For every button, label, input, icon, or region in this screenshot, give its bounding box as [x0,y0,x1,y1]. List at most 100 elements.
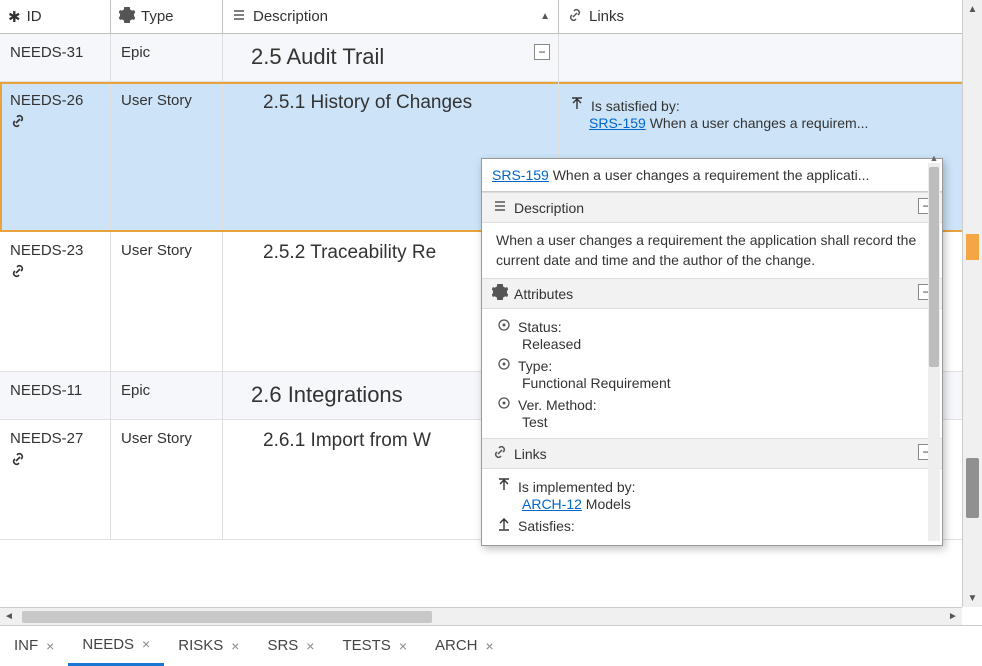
close-icon[interactable]: × [486,638,494,654]
description-text: 2.5 Audit Trail [251,44,384,69]
attr-label: Status: [518,319,562,335]
gear-icon [119,7,135,27]
popup-description-body: When a user changes a requirement the ap… [482,223,942,278]
cell-id: NEEDS-27 [0,420,111,539]
close-icon[interactable]: × [142,636,150,652]
scrollbar-thumb[interactable] [22,611,432,623]
column-header-label: Description [253,8,328,25]
popup-title: SRS-159 When a user changes a requiremen… [482,159,942,192]
gear-icon [496,395,512,414]
cell-type: User Story [111,420,223,539]
tab-risks[interactable]: RISKS × [164,626,253,666]
column-header-label: Links [589,8,624,25]
popup-title-id[interactable]: SRS-159 [492,167,549,183]
attr-value: Functional Requirement [496,375,928,391]
scroll-up-arrow-icon[interactable]: ▲ [963,0,982,18]
popup-section-description[interactable]: Description − [482,192,942,223]
attr-label: Type: [518,358,552,374]
link-icon [10,451,100,472]
link-relation-label: Satisfies: [518,518,575,534]
section-label: Description [514,200,584,216]
arrow-up-icon [496,477,512,496]
gear-icon [496,356,512,375]
asterisk-icon: ✱ [8,8,21,26]
list-icon [492,198,508,217]
tab-tests[interactable]: TESTS × [328,626,421,666]
column-header-label: Type [141,8,174,25]
close-icon[interactable]: × [231,638,239,654]
popup-title-text: When a user changes a requirement the ap… [553,167,870,183]
section-label: Attributes [514,286,573,302]
scroll-up-arrow-icon[interactable]: ▲ [928,153,940,165]
close-icon[interactable]: × [46,638,54,654]
cell-type: User Story [111,82,223,231]
tab-inf[interactable]: INF × [0,626,68,666]
tab-label: SRS [267,637,298,654]
list-icon [231,7,247,27]
link-reference-text: Models [586,496,631,512]
cell-description: 2.5 Audit Trail − [223,34,559,81]
tab-label: NEEDS [82,636,134,653]
tab-srs[interactable]: SRS × [253,626,328,666]
link-relation-label: Is implemented by: [518,479,636,495]
close-icon[interactable]: × [399,638,407,654]
attr-label: Ver. Method: [518,397,597,413]
column-header-row: ✱ ID Type Description ▲ Links [0,0,982,34]
collapse-icon[interactable]: − [534,44,550,60]
column-header-type[interactable]: Type [111,0,223,33]
table-row[interactable]: NEEDS-31 Epic 2.5 Audit Trail − [0,34,982,82]
description-text: 2.6.1 Import from W [263,430,431,451]
close-icon[interactable]: × [306,638,314,654]
column-header-links[interactable]: Links [559,0,982,33]
link-icon [567,7,583,27]
cell-links [559,34,982,81]
scrollbar-marker [966,234,979,260]
attr-value: Released [496,336,928,352]
popup-scrollbar[interactable]: ▲ [928,163,940,541]
horizontal-scrollbar[interactable]: ◄ ► [0,607,962,625]
gear-icon [496,317,512,336]
link-reference-text: When a user changes a requirem... [650,115,869,131]
sort-indicator-icon: ▲ [540,11,550,22]
column-header-description[interactable]: Description ▲ [223,0,559,33]
id-text: NEEDS-23 [10,242,83,259]
arrow-upright-icon [496,516,512,535]
scroll-down-arrow-icon[interactable]: ▼ [963,589,982,607]
cell-type: Epic [111,34,223,81]
tab-needs[interactable]: NEEDS × [68,626,164,666]
scrollbar-track[interactable] [966,18,979,589]
scroll-right-arrow-icon[interactable]: ► [944,608,962,626]
section-label: Links [514,446,547,462]
scrollbar-thumb[interactable] [966,458,979,518]
column-header-label: ID [27,8,42,25]
document-tabs: INF × NEEDS × RISKS × SRS × TESTS × ARCH… [0,625,982,665]
link-reference-id[interactable]: ARCH-12 [522,496,582,512]
description-text: 2.5.1 History of Changes [263,92,472,113]
description-text: 2.5.2 Traceability Re [263,242,436,263]
link-icon [10,113,100,134]
description-text: 2.6 Integrations [251,382,403,407]
cell-type: Epic [111,372,223,419]
vertical-scrollbar[interactable]: ▲ ▼ [962,0,982,607]
link-icon [492,444,508,463]
scrollbar-thumb[interactable] [929,167,939,367]
link-reference-id[interactable]: SRS-159 [589,115,646,131]
column-header-id[interactable]: ✱ ID [0,0,111,33]
popup-section-attributes[interactable]: Attributes − [482,278,942,309]
tab-label: RISKS [178,637,223,654]
link-relation-label: Is satisfied by: [591,98,680,114]
popup-attributes-body: Status: Released Type: Functional Requir… [482,309,942,438]
cell-type: User Story [111,232,223,371]
cell-id: NEEDS-23 [0,232,111,371]
popup-section-links[interactable]: Links − [482,438,942,469]
id-text: NEEDS-27 [10,430,83,447]
attr-value: Test [496,414,928,430]
cell-id: NEEDS-26 [0,82,111,231]
popup-links-body: Is implemented by: ARCH-12 Models Satisf… [482,469,942,545]
tab-arch[interactable]: ARCH × [421,626,508,666]
link-icon [10,263,100,284]
arrow-up-icon [569,96,585,115]
scrollbar-track[interactable] [18,610,944,624]
scroll-left-arrow-icon[interactable]: ◄ [0,608,18,626]
details-popup: SRS-159 When a user changes a requiremen… [481,158,943,546]
